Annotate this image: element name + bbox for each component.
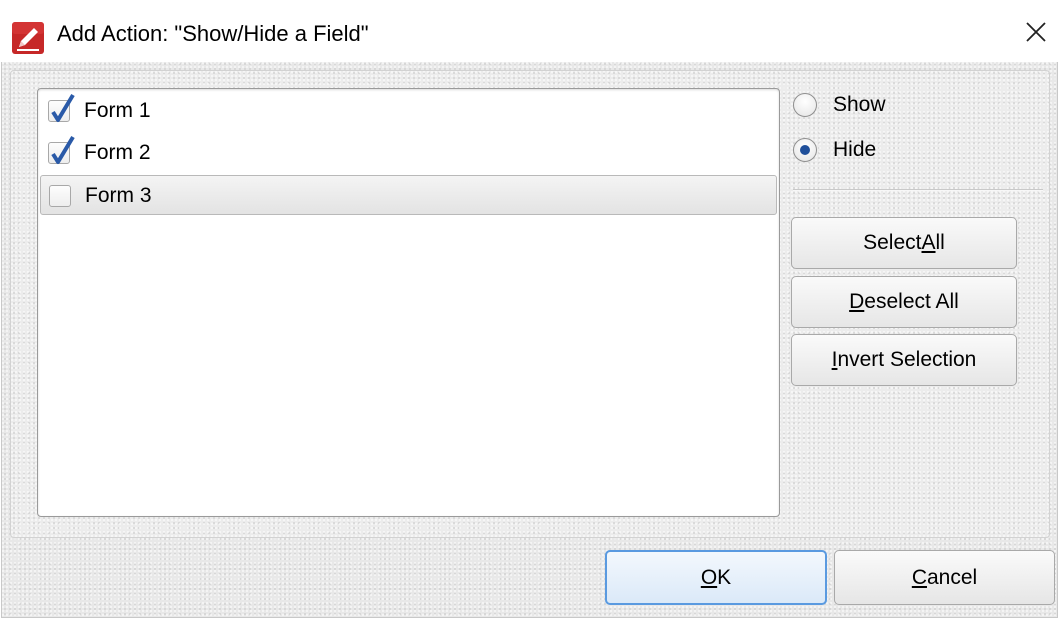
show-radio-option[interactable]: Show [793,90,1013,120]
hide-radio-option[interactable]: Hide [793,135,1013,165]
hide-radio[interactable] [793,138,817,162]
form-1-checkbox[interactable] [48,93,75,122]
button-label-suffix: ll [935,231,945,254]
invert-selection-button[interactable]: Invert Selection [791,334,1017,386]
hide-label: Hide [833,138,877,161]
button-label-suffix: ancel [926,565,978,589]
deselect-all-button[interactable]: Deselect All [791,276,1017,328]
select-all-button[interactable]: Select All [791,217,1017,269]
form-2-checkbox[interactable] [48,135,75,164]
button-mnemonic: O [700,565,718,589]
list-item[interactable]: Form 1 [40,91,777,131]
divider [793,189,1043,191]
list-item-label: Form 2 [84,141,151,164]
list-item[interactable]: Form 2 [40,133,777,173]
button-mnemonic: C [911,565,927,589]
checkmark-icon [51,135,75,164]
ok-button[interactable]: OK [605,550,827,605]
button-label-suffix: K [717,565,732,589]
list-item[interactable]: Form 3 [40,175,777,215]
title-bar: Add Action: "Show/Hide a Field" [0,0,1059,62]
button-mnemonic: D [849,290,865,313]
fields-listbox[interactable]: Form 1 Form 2 Form 3 [37,88,780,517]
button-label-prefix: Select [863,231,922,254]
list-item-label: Form 1 [84,99,151,122]
checkmark-icon [51,93,75,122]
app-pen-icon [12,22,44,54]
close-button[interactable] [1016,14,1056,54]
dialog-title: Add Action: "Show/Hide a Field" [57,21,369,46]
add-action-dialog: Add Action: "Show/Hide a Field" Form 1 F… [0,0,1059,619]
form-3-checkbox[interactable] [49,185,71,207]
list-item-label: Form 3 [85,184,152,207]
cancel-button[interactable]: Cancel [834,550,1055,605]
button-mnemonic: A [921,231,936,254]
radio-selected-dot [800,145,810,155]
close-icon [1025,21,1047,48]
show-radio[interactable] [793,93,817,117]
button-label-suffix: nvert Selection [837,348,977,371]
show-label: Show [833,93,886,116]
button-label-suffix: eselect All [864,290,959,313]
